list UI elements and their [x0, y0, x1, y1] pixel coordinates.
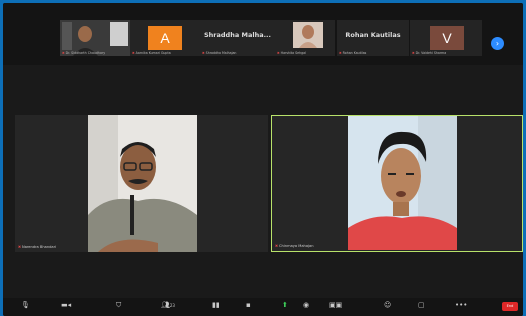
breakout-icon[interactable]: ▣▣ [329, 301, 342, 309]
chat-icon[interactable]: ▪ [246, 301, 251, 309]
chevron-right-icon[interactable]: › [491, 37, 504, 50]
meeting-toolbar: 🎙︎ ▬◂ ⛉ 👥︎23 ▮▮ ▪ ⬆ ◉ ▣▣ ☺ ▢ ••• End [3, 298, 523, 316]
mic-icon[interactable]: 🎙︎ [21, 301, 30, 309]
participant-name: ✖Chinmaya Mahajan [275, 244, 314, 248]
participant-video [348, 116, 457, 250]
avatar: A [148, 26, 182, 50]
record-icon[interactable]: ◉ [303, 301, 309, 309]
gallery-tile[interactable]: V ✖Dr. Vaidehi Sharma [410, 20, 482, 56]
video-tile-left[interactable]: ✖Narendra Bhandari [15, 115, 268, 252]
gallery-strip: ✖Dr. Siddharth Chaudhary A ✖Aarnika Kuma… [3, 3, 523, 65]
reactions-icon[interactable]: ☺ [384, 301, 391, 309]
more-icon[interactable]: ••• [455, 301, 467, 309]
participant-display-name: Shraddha Malha... [204, 31, 271, 39]
participant-name: ✖Rohan Kautilas [339, 51, 367, 55]
avatar: V [430, 26, 464, 50]
participant-video [88, 115, 197, 252]
participant-display-name: Rohan Kautilas [345, 31, 401, 39]
video-tile-right-active[interactable]: ✖Chinmaya Mahajan [271, 115, 523, 252]
participant-name: ✖Narendra Bhandari [18, 245, 57, 249]
share-screen-icon[interactable]: ⬆ [282, 301, 288, 309]
participants-count: 23 [169, 303, 175, 308]
video-icon[interactable]: ▬◂ [61, 301, 71, 309]
participant-name: ✖Aarnika Kumari Gupta [132, 51, 171, 55]
apps-icon[interactable]: ▢ [418, 301, 425, 309]
zoom-meeting-window: ✖Dr. Siddharth Chaudhary A ✖Aarnika Kuma… [3, 3, 523, 316]
participant-name: ✖Dr. Vaidehi Sharma [412, 51, 447, 55]
participants-icon[interactable]: 👥︎23 [161, 301, 175, 309]
gallery-tile[interactable]: Shraddha Malha... ✖Shraddha Malhajan [200, 20, 275, 56]
participant-name: ✖Dr. Siddharth Chaudhary [62, 51, 106, 55]
gallery-tile[interactable]: Rohan Kautilas ✖Rohan Kautilas [337, 20, 409, 56]
security-icon[interactable]: ⛉ [116, 301, 121, 310]
polls-icon[interactable]: ▮▮ [212, 301, 220, 309]
gallery-tile[interactable]: A ✖Aarnika Kumari Gupta [130, 20, 200, 56]
gallery-tile[interactable]: ✖Harshita Sehgal [275, 20, 335, 56]
participant-name: ✖Shraddha Malhajan [202, 51, 237, 55]
end-button[interactable]: End [502, 302, 518, 311]
participant-name: ✖Harshita Sehgal [277, 51, 306, 55]
gallery-tile[interactable]: ✖Dr. Siddharth Chaudhary [60, 20, 130, 56]
